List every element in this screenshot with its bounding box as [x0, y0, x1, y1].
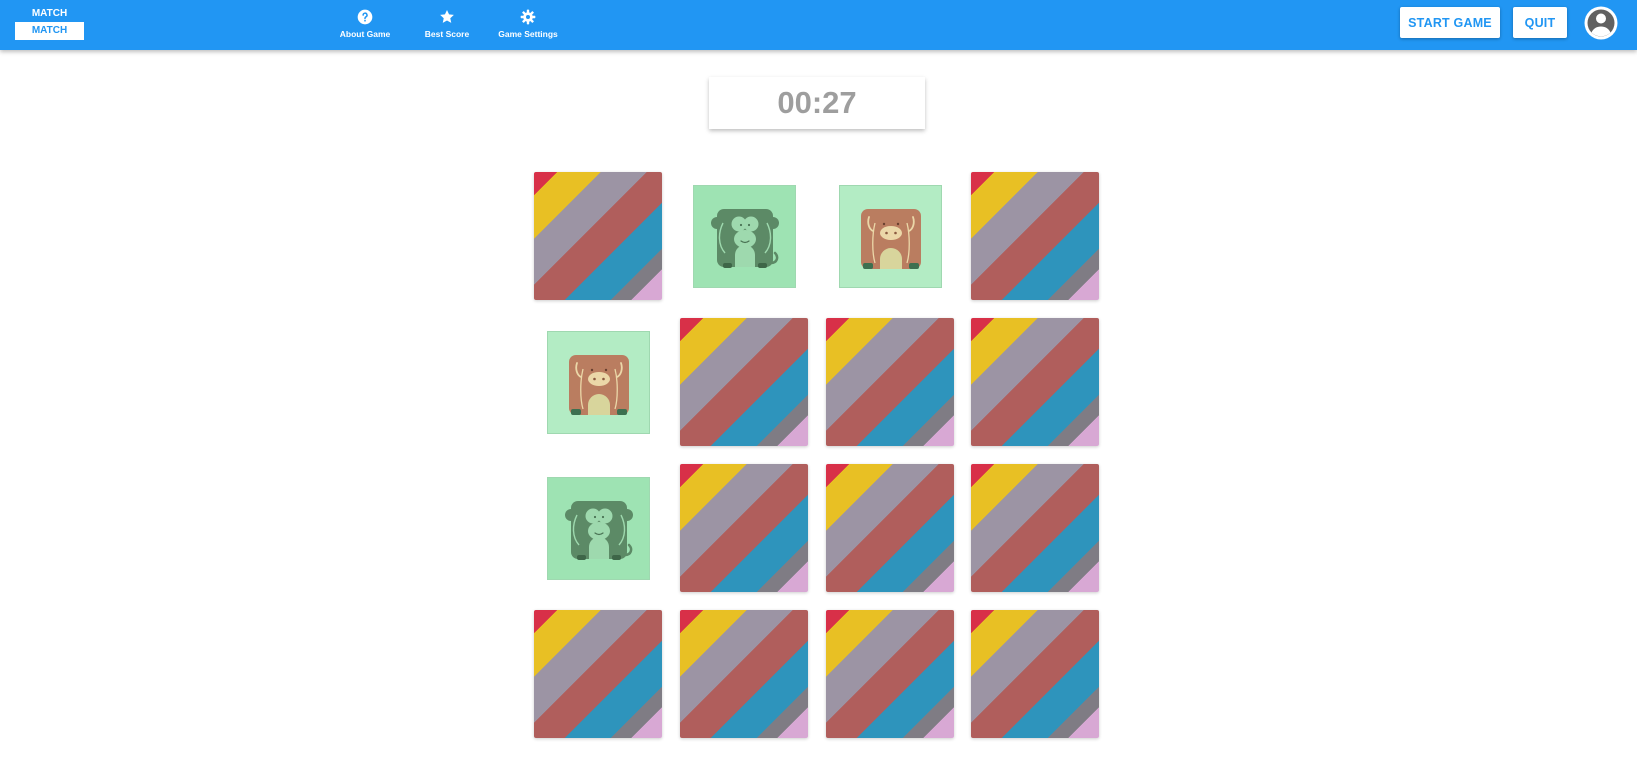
board-cell-r3c4 — [971, 464, 1099, 592]
board-cell-r2c3 — [826, 318, 954, 446]
game-board — [534, 172, 1101, 740]
card-back[interactable] — [680, 610, 808, 738]
board-cell-r3c1 — [534, 464, 662, 592]
monkey-icon — [705, 197, 785, 277]
board-cell-r4c1 — [534, 610, 662, 738]
board-cell-r3c3 — [826, 464, 954, 592]
card-back[interactable] — [971, 172, 1099, 300]
board-cell-r4c3 — [826, 610, 954, 738]
card-back[interactable] — [826, 464, 954, 592]
board-cell-r1c1 — [534, 172, 662, 300]
card-face-cow[interactable] — [547, 331, 650, 434]
monkey-icon — [559, 489, 639, 569]
logo-top-text: MATCH — [31, 8, 68, 19]
logo[interactable]: MATCH MATCH — [15, 8, 84, 40]
star-icon — [440, 10, 454, 23]
board-cell-r4c2 — [680, 610, 808, 738]
board-cell-r1c4 — [971, 172, 1099, 300]
card-back[interactable] — [680, 464, 808, 592]
card-back[interactable] — [826, 610, 954, 738]
card-back[interactable] — [680, 318, 808, 446]
nav-best-score[interactable]: Best Score — [423, 9, 471, 41]
cow-icon — [851, 197, 931, 277]
card-back[interactable] — [971, 464, 1099, 592]
board-cell-r1c3 — [826, 172, 954, 300]
board-cell-r2c2 — [680, 318, 808, 446]
gear-icon — [520, 9, 536, 25]
card-face-monkey[interactable] — [547, 477, 650, 580]
nav-about-label: About Game — [339, 29, 391, 39]
card-back[interactable] — [971, 610, 1099, 738]
nav-game-settings[interactable]: Game Settings — [497, 9, 559, 41]
nav-settings-label: Game Settings — [498, 29, 558, 39]
board-cell-r3c2 — [680, 464, 808, 592]
top-app-bar: MATCH MATCH About Game Best Score Game S… — [0, 0, 1637, 50]
nav-best-label: Best Score — [424, 29, 470, 39]
card-face-monkey[interactable] — [693, 185, 796, 288]
quit-button[interactable]: QUIT — [1513, 7, 1567, 38]
cow-icon — [559, 343, 639, 423]
board-cell-r4c4 — [971, 610, 1099, 738]
board-cell-r2c1 — [534, 318, 662, 446]
card-back[interactable] — [826, 318, 954, 446]
card-back[interactable] — [534, 172, 662, 300]
card-back[interactable] — [971, 318, 1099, 446]
card-back[interactable] — [534, 610, 662, 738]
help-circle-icon — [357, 9, 373, 25]
account-circle-icon[interactable] — [1583, 5, 1619, 41]
logo-bottom-text: MATCH — [15, 22, 84, 40]
game-timer: 00:27 — [709, 77, 925, 129]
nav-about-game[interactable]: About Game — [337, 9, 393, 41]
card-face-cow[interactable] — [839, 185, 942, 288]
start-game-button[interactable]: START GAME — [1400, 7, 1500, 38]
board-cell-r2c4 — [971, 318, 1099, 446]
board-cell-r1c2 — [680, 172, 808, 300]
